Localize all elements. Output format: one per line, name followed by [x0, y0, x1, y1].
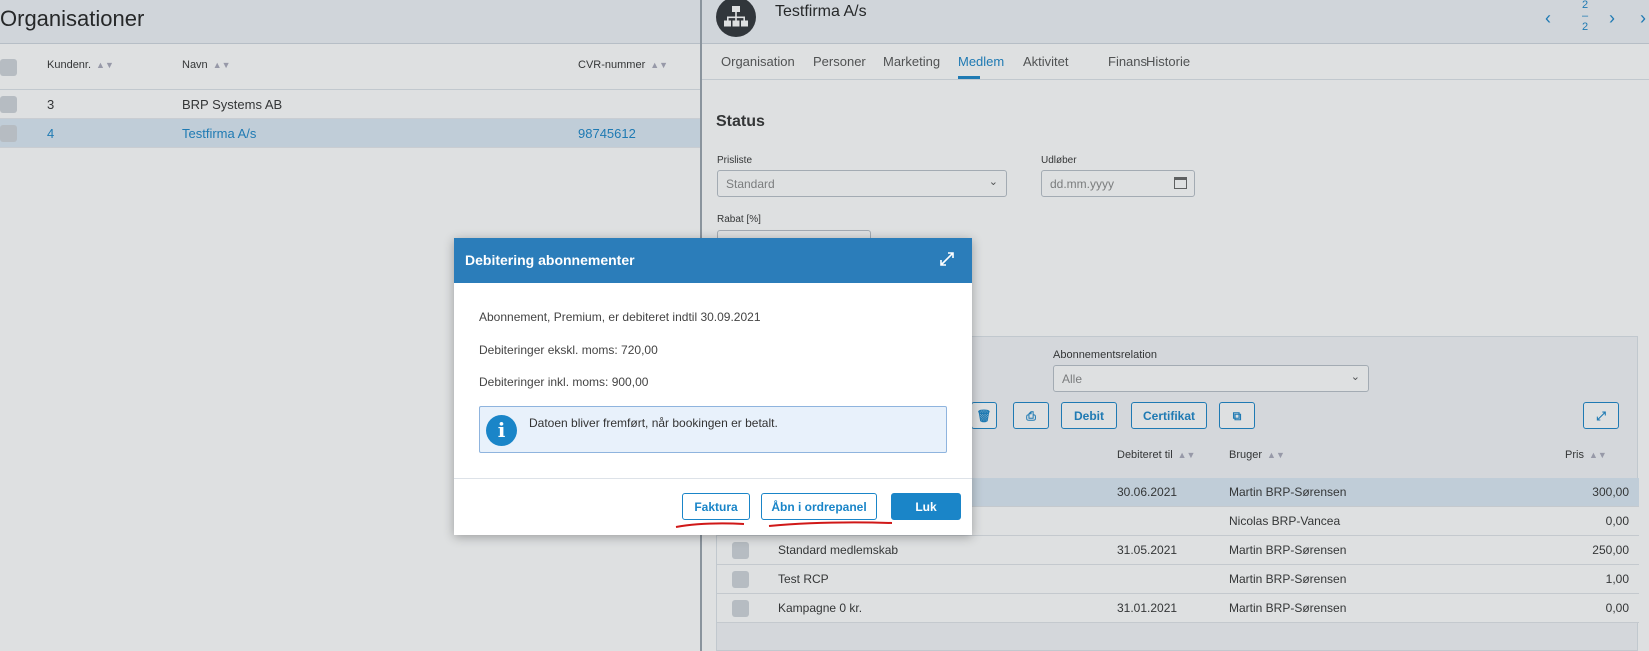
info-text: Datoen bliver fremført, når bookingen er… — [529, 416, 778, 430]
info-icon: i — [486, 415, 517, 446]
debitering-dialog: Debitering abonnementer Abonnement, Prem… — [454, 238, 972, 535]
annotation-underline — [675, 521, 893, 528]
subscription-status-text: Abonnement, Premium, er debiteret indtil… — [479, 310, 761, 324]
info-box: i Datoen bliver fremført, når bookingen … — [479, 406, 947, 453]
dialog-title: Debitering abonnementer — [465, 252, 635, 268]
dialog-header: Debitering abonnementer — [454, 238, 972, 283]
open-in-orderpanel-button[interactable]: Åbn i ordrepanel — [761, 493, 877, 520]
dialog-divider — [454, 478, 972, 479]
faktura-button[interactable]: Faktura — [682, 493, 750, 520]
maximize-icon[interactable] — [938, 250, 956, 268]
amount-excl-vat-text: Debiteringer ekskl. moms: 720,00 — [479, 343, 658, 357]
amount-incl-vat-text: Debiteringer inkl. moms: 900,00 — [479, 375, 649, 389]
close-button[interactable]: Luk — [891, 493, 961, 520]
